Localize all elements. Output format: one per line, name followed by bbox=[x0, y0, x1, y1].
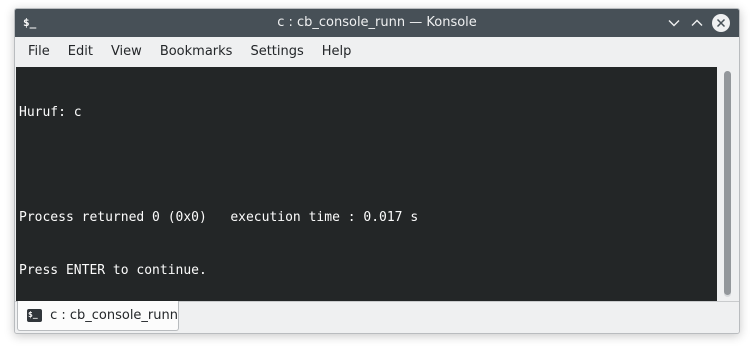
tab-console[interactable]: $_ c : cb_console_runn bbox=[17, 301, 179, 331]
tab-label: c : cb_console_runn bbox=[50, 308, 178, 323]
close-button[interactable] bbox=[712, 14, 730, 32]
menu-view[interactable]: View bbox=[102, 40, 151, 64]
close-icon bbox=[716, 18, 726, 28]
chevron-down-icon bbox=[668, 20, 680, 27]
terminal-icon: $_ bbox=[27, 309, 43, 322]
tab-bar: $_ c : cb_console_runn bbox=[15, 301, 739, 333]
terminal-line: Press ENTER to continue. bbox=[19, 262, 207, 278]
terminal-output[interactable]: Huruf: c Process returned 0 (0x0) execut… bbox=[16, 67, 717, 301]
terminal-line: Process returned 0 (0x0) execution time … bbox=[19, 210, 419, 225]
menu-settings[interactable]: Settings bbox=[241, 40, 312, 64]
menu-edit[interactable]: Edit bbox=[59, 40, 102, 64]
menu-help[interactable]: Help bbox=[313, 40, 361, 64]
minimize-button[interactable] bbox=[665, 14, 683, 32]
menu-bar: File Edit View Bookmarks Settings Help bbox=[15, 37, 739, 67]
window-title: c : cb_console_runn — Konsole bbox=[277, 15, 477, 30]
konsole-window: $_ c : cb_console_runn — Konsole File Ed… bbox=[14, 8, 740, 334]
chevron-up-icon bbox=[691, 19, 703, 26]
maximize-button[interactable] bbox=[688, 14, 706, 32]
menu-file[interactable]: File bbox=[19, 40, 59, 64]
konsole-app-icon[interactable]: $_ bbox=[23, 15, 41, 31]
menu-bookmarks[interactable]: Bookmarks bbox=[151, 40, 242, 64]
vertical-scrollbar[interactable] bbox=[717, 67, 739, 301]
scrollbar-thumb[interactable] bbox=[724, 71, 731, 295]
title-bar[interactable]: $_ c : cb_console_runn — Konsole bbox=[15, 9, 739, 37]
terminal-line: Huruf: c bbox=[19, 105, 82, 120]
